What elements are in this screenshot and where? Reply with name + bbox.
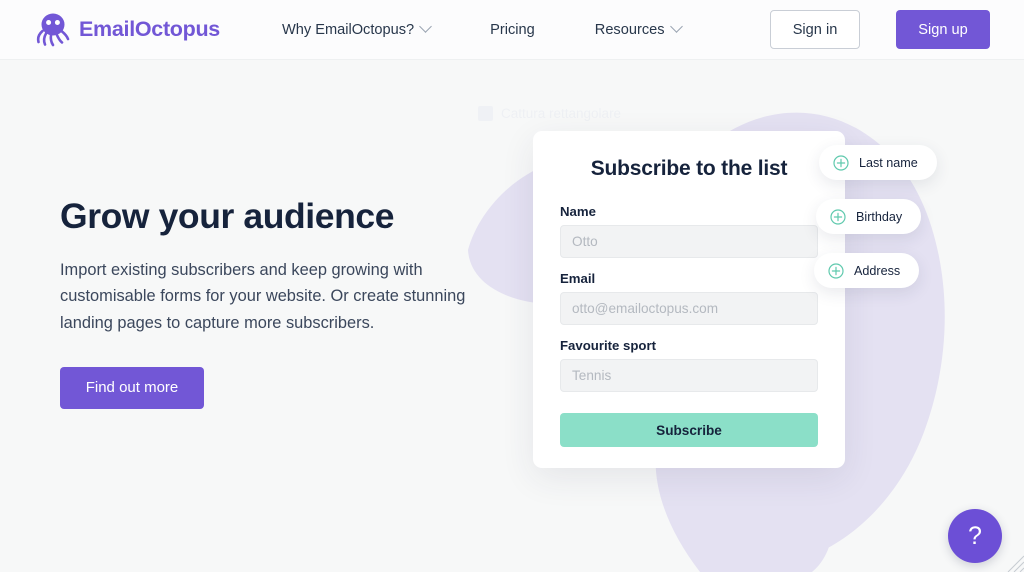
snip-rectangle-icon (478, 106, 493, 121)
blob-shape-lower (690, 450, 833, 572)
chevron-down-icon (669, 20, 683, 33)
sign-up-button[interactable]: Sign up (896, 10, 990, 49)
nav-label-pricing: Pricing (490, 21, 535, 38)
chevron-down-icon (419, 20, 433, 33)
brand-logo-link[interactable]: EmailOctopus (36, 11, 220, 49)
sign-in-button[interactable]: Sign in (770, 10, 860, 49)
primary-navigation: Why EmailOctopus? Pricing Resources (252, 20, 711, 38)
nav-label-resources: Resources (594, 21, 665, 38)
field-chip-label: Address (854, 263, 901, 278)
window-resize-grip (1007, 555, 1024, 572)
subscribe-form-title: Subscribe to the list (590, 157, 788, 180)
form-field-name: Name (560, 204, 818, 258)
field-label-favourite-sport: Favourite sport (560, 338, 656, 353)
email-input[interactable] (560, 292, 818, 325)
brand-name: EmailOctopus (79, 17, 220, 41)
plus-circle-icon (828, 262, 844, 279)
help-button[interactable]: ? (948, 509, 1002, 563)
field-label-name: Name (560, 204, 596, 219)
nav-item-pricing[interactable]: Pricing (460, 22, 565, 38)
page-title: Grow your audience (60, 196, 395, 236)
nav-label-why-emailoctopus: Why EmailOctopus? (281, 21, 415, 38)
site-header: EmailOctopus Why EmailOctopus? Pricing R… (0, 0, 1024, 60)
plus-circle-icon (833, 154, 849, 171)
field-chip-label: Last name (859, 155, 918, 170)
name-input[interactable] (560, 225, 818, 258)
subscribe-button[interactable]: Subscribe (560, 413, 818, 447)
ghost-snip-overlay: Cattura rettangolare (478, 106, 621, 121)
find-out-more-button[interactable]: Find out more (60, 366, 204, 409)
field-chip-last-name[interactable]: Last name (819, 145, 937, 180)
nav-item-why-emailoctopus[interactable]: Why EmailOctopus? (252, 20, 460, 38)
field-chip-birthday[interactable]: Birthday (816, 199, 922, 234)
field-label-email: Email (560, 271, 596, 286)
favourite-sport-input[interactable] (560, 359, 818, 392)
octopus-icon (36, 13, 70, 46)
header-actions: Sign in Sign up (770, 10, 990, 49)
ghost-snip-label: Cattura rettangolare (501, 106, 622, 121)
plus-circle-icon (830, 208, 846, 225)
form-field-email: Email (560, 271, 818, 325)
nav-item-resources[interactable]: Resources (565, 20, 711, 38)
subscribe-form-card: Subscribe to the list Name Email Favouri… (533, 131, 845, 468)
hero-subtitle: Import existing subscribers and keep gro… (60, 260, 466, 332)
field-chip-address[interactable]: Address (814, 253, 920, 288)
form-field-favourite-sport: Favourite sport (560, 338, 818, 392)
field-chip-label: Birthday (856, 209, 903, 224)
hero-section: Grow your audience Import existing subsc… (60, 196, 500, 409)
